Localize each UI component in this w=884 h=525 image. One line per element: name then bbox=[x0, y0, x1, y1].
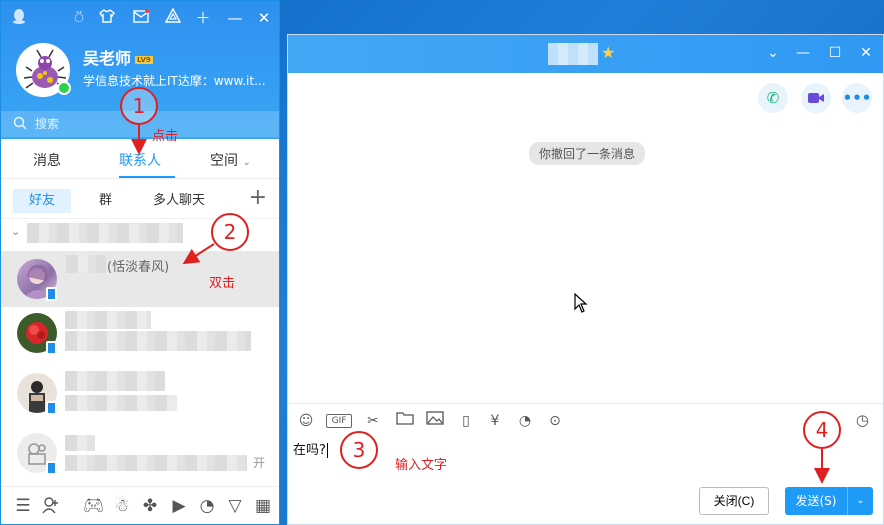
gif-icon[interactable]: GIF bbox=[326, 414, 352, 428]
mobile-online-icon bbox=[46, 401, 57, 415]
message-input-text: 在吗? bbox=[293, 443, 326, 458]
tab-messages[interactable]: 消息 bbox=[33, 150, 61, 170]
music-share-icon[interactable]: ◔ bbox=[514, 411, 536, 431]
step-1-note: 点击 bbox=[152, 129, 179, 144]
contact-name-blurred bbox=[65, 435, 95, 451]
shake-window-icon[interactable]: ▯ bbox=[455, 411, 477, 431]
qq-logo-icon bbox=[9, 8, 29, 28]
star-icon: ★ bbox=[601, 43, 616, 62]
more-tools-icon[interactable]: ⊙ bbox=[544, 411, 566, 431]
red-packet-icon[interactable]: ¥ bbox=[484, 411, 506, 431]
active-tab-indicator bbox=[119, 176, 175, 178]
video-play-icon[interactable]: ▶︎ bbox=[169, 496, 189, 516]
minimize-icon[interactable]: — bbox=[225, 8, 245, 28]
shield-icon[interactable]: ▽ bbox=[225, 496, 245, 516]
chevron-down-icon: ⌄ bbox=[242, 157, 251, 168]
image-icon[interactable] bbox=[424, 411, 446, 431]
minimize-icon[interactable]: — bbox=[794, 44, 812, 62]
step-1-marker: 1 bbox=[120, 87, 158, 125]
mail-icon[interactable] bbox=[131, 8, 151, 28]
chevron-down-icon: ⌄ bbox=[11, 225, 21, 238]
contact-remark: (恬淡春风) bbox=[107, 260, 170, 275]
maximize-icon[interactable]: ☐ bbox=[826, 44, 844, 62]
medal-icon[interactable]: ⍥ bbox=[69, 8, 89, 28]
message-input[interactable]: 在吗? bbox=[293, 439, 328, 458]
step-4-marker: 4 bbox=[803, 411, 841, 449]
close-chat-button[interactable]: 关闭(C) bbox=[699, 487, 769, 515]
chat-title-blurred bbox=[548, 43, 598, 65]
history-clock-icon[interactable]: ◷ bbox=[856, 411, 869, 429]
more-options-icon[interactable]: ••• bbox=[842, 83, 872, 113]
contact-signature-blurred bbox=[65, 395, 177, 411]
chevron-down-icon[interactable]: ⌄ bbox=[764, 44, 782, 62]
contact-signature-blurred bbox=[65, 455, 247, 471]
user-signature[interactable]: 学信息技术就上IT达摩：www.it... bbox=[83, 72, 266, 89]
user-nickname: 吴老师 LV9 bbox=[83, 45, 153, 69]
search-placeholder: 搜索 bbox=[35, 117, 60, 131]
subtab-multichat[interactable]: 多人聊天 bbox=[147, 189, 211, 213]
clover-icon[interactable]: ✤ bbox=[140, 496, 160, 516]
contact-row[interactable]: (恬淡春风) bbox=[1, 251, 279, 307]
online-status-dot[interactable] bbox=[57, 81, 71, 95]
group-name-blurred bbox=[27, 223, 183, 243]
pet-icon[interactable]: ☃︎ bbox=[112, 496, 132, 516]
contact-name-blurred bbox=[65, 311, 151, 329]
tab-qzone-label: 空间 bbox=[210, 153, 238, 169]
chat-titlebar: ★ ⌄ — ☐ ✕ bbox=[288, 35, 883, 73]
music-icon[interactable]: ◔ bbox=[197, 496, 217, 516]
tab-qzone[interactable]: 空间 ⌄ bbox=[210, 150, 251, 170]
main-tabs: 消息 联系人 空间 ⌄ bbox=[1, 139, 279, 179]
add-friend-icon[interactable] bbox=[41, 496, 61, 516]
video-call-icon[interactable] bbox=[801, 83, 831, 113]
send-button[interactable]: 发送(S) ⌄ bbox=[785, 487, 873, 515]
contact-row[interactable]: 开 bbox=[1, 429, 279, 485]
recall-notice: 你撤回了一条消息 bbox=[529, 142, 646, 165]
contact-name-blurred bbox=[65, 371, 165, 391]
subtab-groups[interactable]: 群 bbox=[93, 189, 118, 213]
add-icon[interactable]: ＋ bbox=[193, 8, 213, 28]
mobile-online-icon bbox=[46, 287, 57, 301]
app-grid-icon[interactable]: ▦ bbox=[253, 496, 273, 516]
add-contact-icon[interactable]: + bbox=[249, 185, 267, 210]
tab-contacts[interactable]: 联系人 bbox=[119, 150, 161, 170]
qq-titlebar: ⍥ ＋ — ✕ bbox=[1, 1, 279, 35]
contact-remark: 开 bbox=[253, 456, 266, 470]
qq-footer-toolbar: ☰ 🎮︎ ☃︎ ✤ ▶︎ ◔ ▽ ▦ bbox=[1, 486, 279, 524]
app-manager-icon[interactable] bbox=[163, 7, 183, 28]
close-icon[interactable]: ✕ bbox=[254, 8, 274, 28]
mobile-online-icon bbox=[46, 461, 57, 475]
nickname-text: 吴老师 bbox=[83, 49, 132, 68]
contact-row[interactable] bbox=[1, 367, 279, 423]
step-2-note: 双击 bbox=[209, 276, 236, 291]
search-icon bbox=[13, 116, 27, 130]
send-options-chevron-icon[interactable]: ⌄ bbox=[847, 487, 873, 515]
contact-signature-blurred bbox=[65, 331, 251, 351]
send-button-label: 发送(S) bbox=[795, 494, 837, 508]
level-badge: LV9 bbox=[135, 55, 153, 64]
step-2-marker: 2 bbox=[211, 213, 249, 251]
mouse-cursor-icon bbox=[574, 292, 588, 318]
main-menu-icon[interactable]: ☰ bbox=[13, 496, 33, 516]
composer-divider bbox=[288, 403, 883, 404]
contact-row[interactable] bbox=[1, 307, 279, 363]
mobile-online-icon bbox=[46, 341, 57, 355]
contact-name-blurred bbox=[66, 255, 106, 273]
step-3-marker: 3 bbox=[340, 431, 378, 469]
screenshot-scissors-icon[interactable]: ✂ bbox=[362, 411, 384, 431]
subtab-friends[interactable]: 好友 bbox=[13, 189, 71, 213]
text-caret bbox=[326, 443, 328, 458]
skin-shirt-icon[interactable] bbox=[97, 8, 117, 28]
voice-call-icon[interactable]: ✆ bbox=[758, 83, 788, 113]
contact-subtabs: 好友 群 多人聊天 + bbox=[1, 179, 279, 219]
qq-main-panel: ⍥ ＋ — ✕ 吴老师 LV9 学信息技术就上IT达摩：www.it... 搜索… bbox=[0, 0, 280, 525]
step-3-note: 输入文字 bbox=[395, 458, 448, 473]
game-icon[interactable]: 🎮︎ bbox=[83, 496, 105, 516]
folder-icon[interactable] bbox=[394, 411, 416, 431]
close-icon[interactable]: ✕ bbox=[857, 44, 875, 62]
emoji-icon[interactable]: ☺ bbox=[295, 411, 317, 431]
